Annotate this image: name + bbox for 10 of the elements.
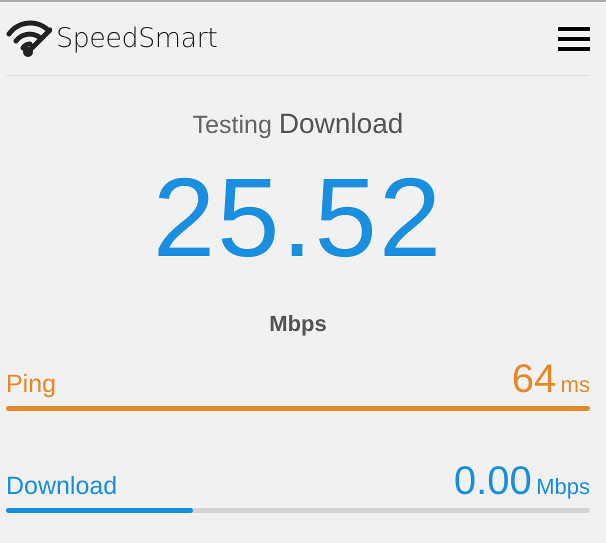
metric-value: 64 ms	[512, 357, 590, 402]
speed-unit: Mbps	[268, 311, 328, 337]
app-title: SpeedSmart	[56, 23, 218, 54]
menu-icon[interactable]	[558, 26, 590, 52]
metric-value: 0.00 Mbps	[454, 459, 590, 504]
metric-label: Download	[6, 472, 118, 501]
metric-label: Ping	[6, 370, 56, 399]
wifi-gauge-icon	[6, 20, 52, 58]
speed-value: 25.52	[152, 162, 444, 274]
test-status: Testing Download	[192, 108, 404, 140]
